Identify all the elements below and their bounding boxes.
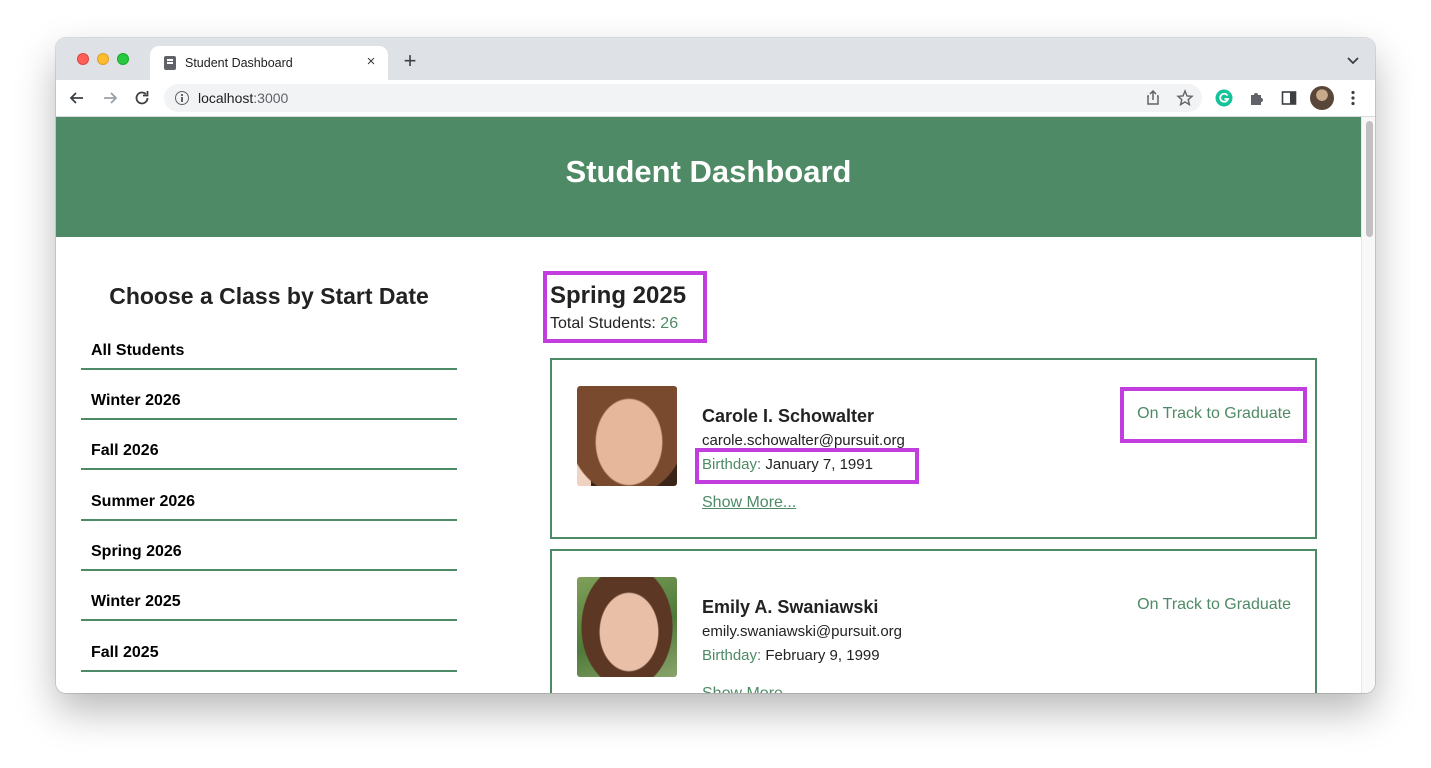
- maximize-window-icon[interactable]: [117, 53, 129, 65]
- student-name: Emily A. Swaniawski: [702, 597, 879, 617]
- tab-student-dashboard[interactable]: Student Dashboard ×: [150, 46, 388, 80]
- forward-arrow-icon[interactable]: [100, 88, 120, 108]
- class-item-winter-2025[interactable]: Winter 2025: [81, 571, 457, 621]
- birthday-label: Birthday:: [702, 456, 762, 473]
- site-info-icon[interactable]: [175, 91, 189, 105]
- profile-avatar[interactable]: [1310, 86, 1334, 110]
- student-email: emily.swaniawski@pursuit.org: [702, 623, 903, 640]
- class-item-label: Fall 2025: [91, 644, 159, 661]
- class-item-all-students[interactable]: All Students: [81, 320, 457, 370]
- minimize-window-icon[interactable]: [97, 53, 109, 65]
- class-item-label: Fall 2026: [91, 442, 159, 459]
- graduation-status: On Track to Graduate: [1137, 596, 1291, 613]
- student-email: carole.schowalter@pursuit.org: [702, 432, 905, 449]
- chevron-down-icon[interactable]: [1345, 52, 1361, 68]
- class-item-label: Spring 2026: [91, 543, 182, 560]
- birthday-value: February 9, 1999: [761, 647, 880, 664]
- show-more-link[interactable]: Show More...: [702, 685, 796, 693]
- cohort-total-students: Total Students: 26: [550, 315, 678, 333]
- page-viewport: Student Dashboard Choose a Class by Star…: [56, 117, 1361, 693]
- class-item-spring-2026[interactable]: Spring 2026: [81, 521, 457, 571]
- total-students-count: 26: [660, 315, 679, 332]
- student-photo: [577, 577, 677, 677]
- class-item-summer-2026[interactable]: Summer 2026: [81, 471, 457, 521]
- bookmark-star-icon[interactable]: [1176, 89, 1194, 107]
- student-birthday: Birthday: February 9, 1999: [702, 647, 880, 664]
- reload-icon[interactable]: [132, 88, 152, 108]
- browser-toolbar: localhost:3000: [56, 80, 1375, 117]
- student-photo: [577, 386, 677, 486]
- student-birthday: Birthday: January 7, 1991: [702, 456, 873, 473]
- more-menu-icon[interactable]: [1344, 89, 1362, 107]
- class-item-fall-2025[interactable]: Fall 2025: [81, 622, 457, 672]
- tab-title: Student Dashboard: [185, 56, 293, 70]
- show-more-link[interactable]: Show More...: [702, 494, 796, 512]
- cohort-title: Spring 2025: [550, 282, 687, 309]
- url-text: localhost:3000: [198, 90, 289, 106]
- scrollbar-thumb[interactable]: [1366, 121, 1373, 237]
- new-tab-icon[interactable]: +: [399, 50, 421, 72]
- back-arrow-icon[interactable]: [67, 88, 87, 108]
- tab-strip: Student Dashboard × +: [56, 38, 1375, 80]
- class-item-label: Winter 2026: [91, 392, 181, 409]
- class-item-winter-2026[interactable]: Winter 2026: [81, 370, 457, 420]
- tab-close-icon[interactable]: ×: [362, 53, 380, 71]
- share-icon[interactable]: [1144, 89, 1162, 107]
- class-item-label: All Students: [91, 342, 185, 359]
- address-bar[interactable]: localhost:3000: [164, 84, 1202, 112]
- page-header: Student Dashboard: [56, 117, 1361, 237]
- grammarly-icon[interactable]: [1215, 89, 1233, 107]
- graduation-status: On Track to Graduate: [1137, 405, 1291, 422]
- student-card: Carole I. Schowalter carole.schowalter@p…: [550, 358, 1317, 539]
- student-name: Carole I. Schowalter: [702, 406, 875, 426]
- birthday-value: January 7, 1991: [761, 456, 873, 473]
- student-card: Emily A. Swaniawski emily.swaniawski@pur…: [550, 549, 1317, 693]
- extensions-puzzle-icon[interactable]: [1248, 89, 1266, 107]
- page-scrollbar[interactable]: [1361, 117, 1375, 693]
- class-list-heading: Choose a Class by Start Date: [109, 283, 429, 309]
- close-window-icon[interactable]: [77, 53, 89, 65]
- class-item-label: Winter 2025: [91, 593, 181, 610]
- browser-window: Student Dashboard × + localhost:3000 Stu…: [56, 38, 1375, 693]
- class-item-label: Summer 2026: [91, 493, 196, 510]
- page-title: Student Dashboard: [565, 154, 852, 189]
- birthday-label: Birthday:: [702, 647, 762, 664]
- total-students-label: Total Students:: [550, 315, 661, 332]
- side-panel-icon[interactable]: [1280, 89, 1298, 107]
- class-item-fall-2026[interactable]: Fall 2026: [81, 420, 457, 470]
- tab-favicon-icon: [164, 56, 176, 70]
